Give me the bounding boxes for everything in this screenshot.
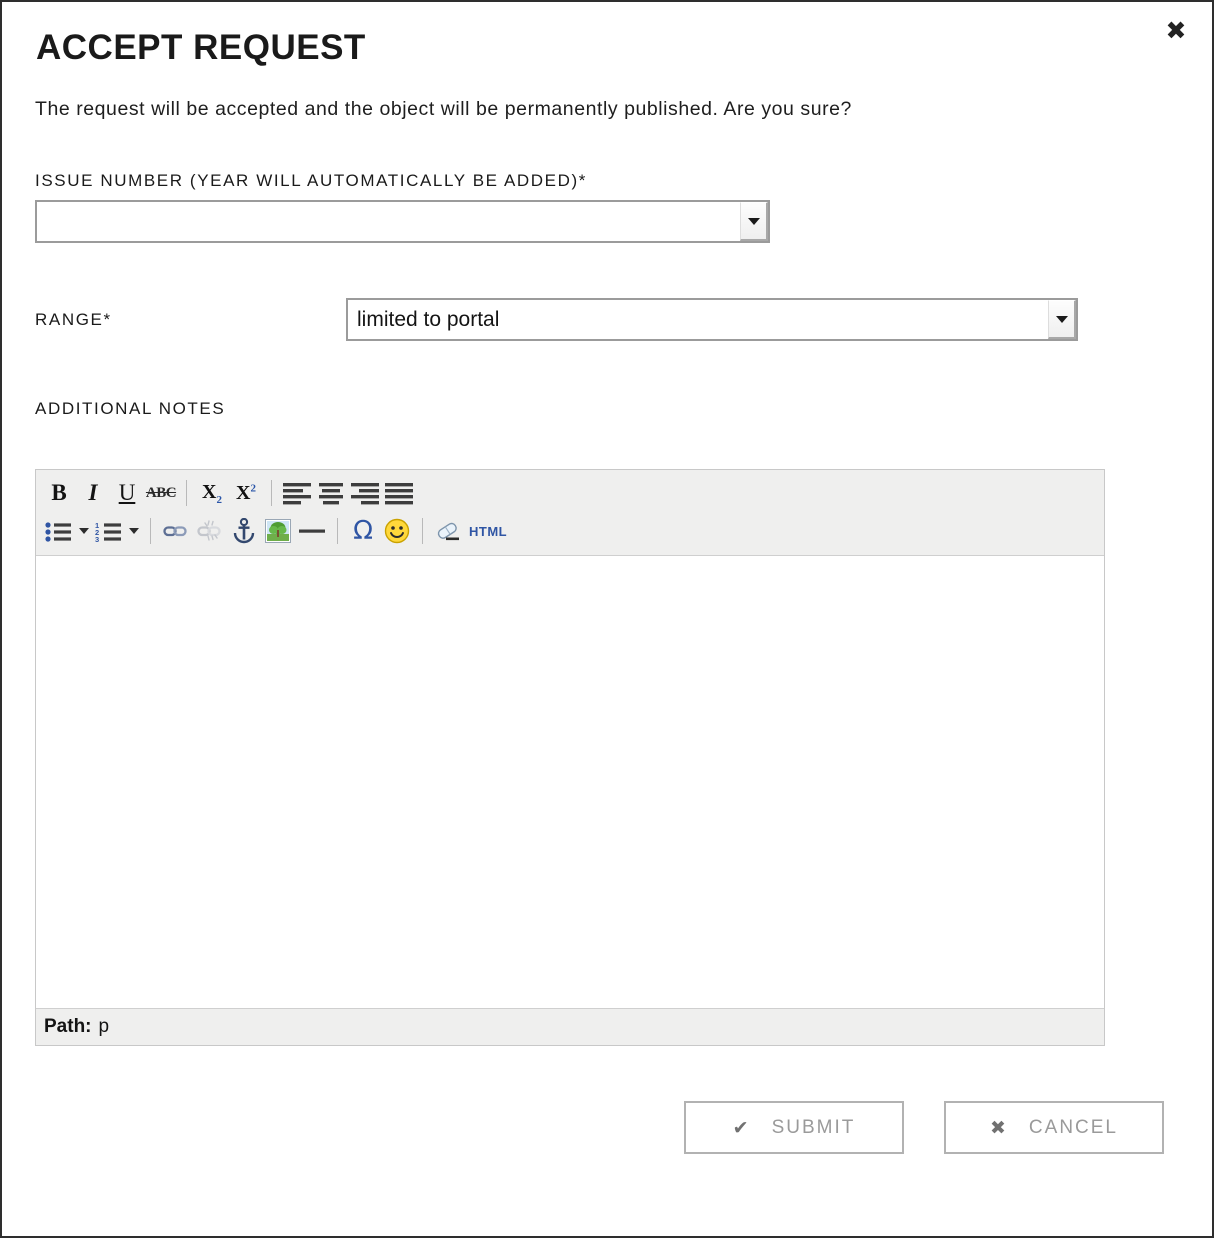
subscript-icon[interactable]: X2 (195, 476, 229, 510)
toolbar-separator (271, 480, 272, 506)
submit-button-label: SUBMIT (771, 1116, 856, 1138)
issue-number-select[interactable] (35, 200, 770, 243)
anchor-icon[interactable] (227, 514, 261, 548)
check-icon: ✔ (732, 1116, 751, 1139)
range-label: RANGE* (35, 309, 112, 329)
cancel-button[interactable]: ✖ CANCEL (944, 1101, 1164, 1154)
dialog-footer: ✔ SUBMIT ✖ CANCEL (2, 1046, 1212, 1154)
range-value: limited to portal (357, 307, 500, 331)
toolbar-separator (337, 518, 338, 544)
align-center-icon[interactable] (314, 476, 348, 510)
svg-text:3: 3 (95, 535, 99, 543)
editor-content-area[interactable] (36, 556, 1104, 1008)
toolbar-separator (422, 518, 423, 544)
bullet-list-dropdown-arrow[interactable] (76, 514, 92, 548)
align-left-icon[interactable] (280, 476, 314, 510)
underline-icon[interactable]: U (110, 476, 144, 510)
toolbar-separator (150, 518, 151, 544)
additional-notes-label: ADDITIONAL NOTES (35, 399, 226, 418)
horizontal-rule-icon[interactable] (295, 514, 329, 548)
close-icon[interactable]: ✖ (1162, 16, 1190, 44)
editor-path-label: Path: (44, 1016, 92, 1037)
bullet-list-icon[interactable] (42, 514, 76, 548)
cleanup-eraser-icon[interactable] (431, 514, 465, 548)
editor-toolbar: B I U ABC X2 X2 1 2 3 Ω HTML (36, 470, 1104, 556)
issue-number-label: ISSUE NUMBER (YEAR WILL AUTOMATICALLY BE… (35, 171, 587, 190)
numbered-list-icon[interactable]: 123 (92, 514, 126, 548)
page-title: ACCEPT REQUEST (36, 28, 366, 67)
close-x-icon: ✖ (990, 1116, 1008, 1139)
unlink-icon[interactable] (193, 514, 227, 548)
special-character-icon[interactable]: Ω (346, 514, 380, 548)
bold-icon[interactable]: B (42, 476, 76, 510)
strikethrough-icon[interactable]: ABC (144, 476, 178, 510)
insert-image-icon[interactable] (261, 514, 295, 548)
submit-button[interactable]: ✔ SUBMIT (684, 1101, 904, 1154)
toolbar-row-1: B I U ABC X2 X2 (42, 474, 1098, 512)
edit-html-icon[interactable]: HTML (465, 514, 511, 548)
superscript-icon[interactable]: X2 (229, 476, 263, 510)
accept-request-dialog: ✖ ACCEPT REQUEST The request will be acc… (0, 0, 1214, 1238)
align-right-icon[interactable] (348, 476, 382, 510)
editor-path-bar: Path: p (36, 1008, 1104, 1045)
toolbar-separator (186, 480, 187, 506)
italic-icon[interactable]: I (76, 476, 110, 510)
range-field-block: RANGE* limited to portal (35, 243, 1179, 341)
emoticon-icon[interactable] (380, 514, 414, 548)
issue-number-field-block: ISSUE NUMBER (YEAR WILL AUTOMATICALLY BE… (35, 121, 1179, 243)
insert-link-icon[interactable] (159, 514, 193, 548)
numbered-list-dropdown-arrow[interactable] (126, 514, 142, 548)
cancel-button-label: CANCEL (1028, 1116, 1118, 1138)
range-select[interactable]: limited to portal (346, 298, 1078, 341)
chevron-down-icon[interactable] (1048, 300, 1076, 339)
chevron-down-icon[interactable] (740, 202, 768, 241)
rich-text-editor: B I U ABC X2 X2 1 2 3 Ω HTML Path: p (35, 469, 1105, 1046)
toolbar-row-2: 1 2 3 Ω HTML (42, 512, 1098, 550)
editor-path-value: p (98, 1016, 110, 1037)
dialog-description: The request will be accepted and the obj… (35, 98, 852, 120)
form-area: ISSUE NUMBER (YEAR WILL AUTOMATICALLY BE… (2, 121, 1212, 1046)
align-justify-icon[interactable] (382, 476, 416, 510)
